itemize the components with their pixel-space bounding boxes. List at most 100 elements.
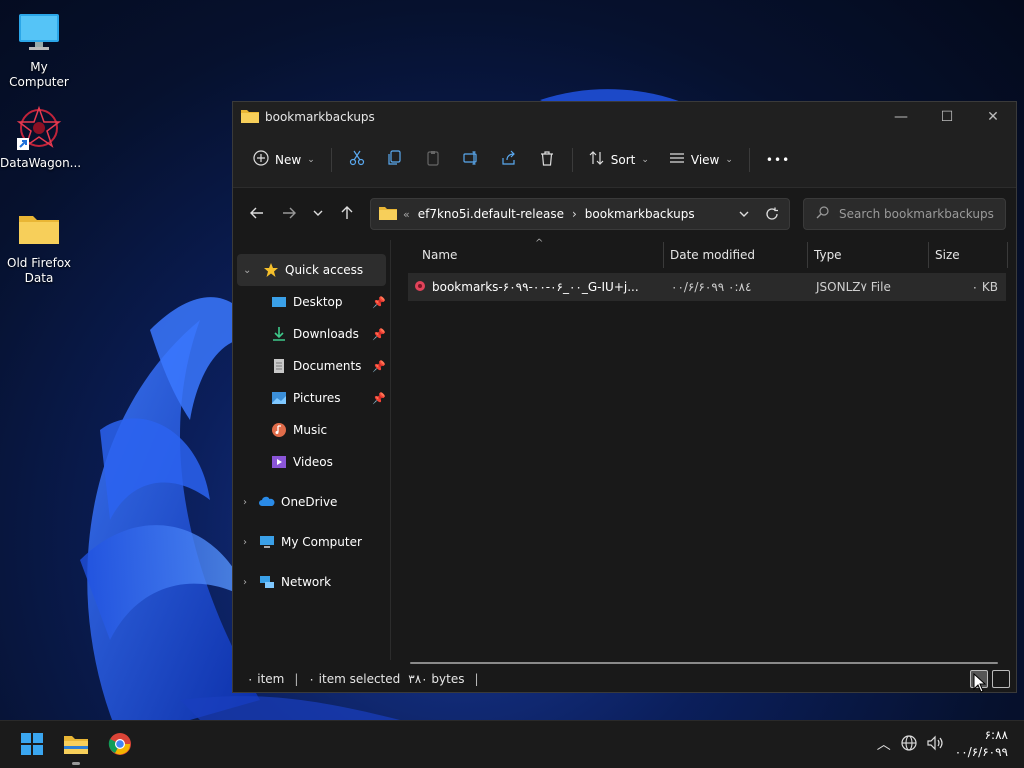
copy-button[interactable]: [379, 144, 411, 176]
view-list-icon: [669, 150, 685, 169]
pin-icon: 📌: [372, 359, 386, 373]
nav-item-network[interactable]: › Network: [233, 566, 390, 598]
running-indicator: [72, 762, 80, 765]
column-header-type[interactable]: Type: [814, 248, 842, 262]
more-icon: •••: [765, 152, 791, 167]
folder-icon: [379, 206, 397, 223]
nav-item-onedrive[interactable]: › OneDrive: [233, 486, 390, 518]
chevron-up-icon[interactable]: ︿: [877, 734, 891, 754]
taskbar-chrome[interactable]: [104, 729, 136, 761]
breadcrumb-separator: ›: [571, 207, 577, 221]
nav-label: Documents: [293, 359, 362, 373]
music-icon: [271, 422, 287, 438]
download-icon: [271, 326, 287, 342]
back-button[interactable]: [241, 198, 273, 230]
nav-item-videos[interactable]: Videos: [233, 446, 390, 478]
column-header-name[interactable]: Name: [422, 248, 457, 262]
taskbar: ︿ ۶:۸۸ ۰۰/۶/۶۰۹۹: [0, 720, 1024, 768]
up-button[interactable]: [331, 198, 363, 230]
nav-label: Pictures: [293, 391, 341, 405]
selected-bytes: ۳۸۰ bytes: [408, 672, 465, 686]
rename-button[interactable]: [455, 144, 487, 176]
paste-button[interactable]: [417, 144, 449, 176]
navigation-pane: ⌄ Quick access Desktop 📌 Downloads 📌 Doc…: [233, 240, 391, 660]
address-overflow[interactable]: «: [403, 208, 410, 221]
chevron-right-icon[interactable]: ›: [243, 577, 247, 588]
clock[interactable]: ۶:۸۸ ۰۰/۶/۶۰۹۹: [955, 727, 1008, 761]
folder-icon: [241, 109, 259, 126]
address-bar[interactable]: « ef7kno5i.default-release › bookmarkbac…: [370, 198, 790, 230]
desktop-icon-old-firefox-data[interactable]: Old Firefox Data: [0, 204, 78, 286]
nav-item-documents[interactable]: Documents 📌: [233, 350, 390, 382]
chevron-down-icon: ⌄: [307, 154, 315, 165]
new-button[interactable]: New ⌄: [243, 144, 325, 176]
breadcrumb-segment[interactable]: ef7kno5i.default-release: [418, 207, 564, 221]
search-input[interactable]: Search bookmarkbackups: [803, 198, 1006, 230]
speaker-icon[interactable]: [927, 735, 945, 754]
taskbar-file-explorer[interactable]: [60, 729, 92, 765]
nav-item-quick-access[interactable]: ⌄ Quick access: [237, 254, 386, 286]
nav-label: Downloads: [293, 327, 359, 341]
desktop-icon-datawagon[interactable]: DataWagon...: [0, 104, 81, 171]
start-button[interactable]: [16, 729, 48, 761]
more-options-button[interactable]: •••: [756, 144, 800, 176]
chrome-icon: [108, 732, 132, 759]
clock-date: ۰۰/۶/۶۰۹۹: [954, 745, 1008, 759]
column-divider[interactable]: [663, 242, 664, 268]
search-placeholder: Search bookmarkbackups: [839, 207, 994, 221]
chevron-down-icon: [313, 207, 323, 221]
table-row[interactable]: bookmarks-۶۰۹۹-۰۰-۰۶_۰۰_G-IU+j... ۰۰/۶/۶…: [408, 273, 1006, 301]
column-headers: ^ Name Date modified Type Size: [392, 238, 1016, 272]
nav-item-pictures[interactable]: Pictures 📌: [233, 382, 390, 414]
chevron-right-icon[interactable]: ›: [243, 497, 247, 508]
globe-icon[interactable]: [901, 734, 917, 754]
sort-button[interactable]: Sort ⌄: [579, 144, 659, 176]
chevron-down-icon[interactable]: ⌄: [243, 265, 251, 276]
toolbar-divider: [571, 147, 573, 172]
close-button[interactable]: ✕: [970, 102, 1016, 132]
chevron-right-icon[interactable]: ›: [243, 537, 247, 548]
pin-icon: 📌: [372, 327, 386, 341]
selected-count: ۰ item selected: [308, 672, 401, 686]
forward-button[interactable]: [273, 198, 305, 230]
breadcrumb-segment[interactable]: bookmarkbackups: [585, 207, 695, 221]
large-icons-view-icon[interactable]: [992, 670, 1010, 688]
sort-label: Sort: [610, 152, 636, 167]
datawagon-app-icon: [15, 104, 63, 152]
windows-logo-icon: [20, 732, 44, 759]
sort-icon: [589, 150, 605, 169]
nav-item-music[interactable]: Music: [233, 414, 390, 446]
file-name: bookmarks-۶۰۹۹-۰۰-۰۶_۰۰_G-IU+j...: [432, 280, 639, 294]
address-history-dropdown[interactable]: [739, 208, 749, 222]
desktop-icon: [271, 294, 287, 310]
column-divider[interactable]: [807, 242, 808, 268]
delete-button[interactable]: [531, 144, 563, 176]
view-label: View: [690, 152, 720, 167]
cut-button[interactable]: [341, 144, 373, 176]
desktop-icon-my-computer[interactable]: My Computer: [0, 8, 78, 90]
column-header-date[interactable]: Date modified: [670, 248, 755, 262]
pictures-icon: [271, 390, 287, 406]
column-divider[interactable]: [1007, 242, 1008, 268]
mouse-cursor: [973, 672, 987, 696]
desktop-icon-label: Old Firefox Data: [7, 256, 71, 285]
nav-item-my-computer[interactable]: › My Computer: [233, 526, 390, 558]
new-label: New: [275, 152, 302, 167]
file-date: ۰۰/۶/۶۰۹۹ ۰:۸٤: [671, 280, 752, 294]
folder-icon: [63, 733, 89, 758]
maximize-button[interactable]: ☐: [924, 102, 970, 132]
column-divider[interactable]: [928, 242, 929, 268]
refresh-icon[interactable]: [765, 207, 779, 224]
nav-item-downloads[interactable]: Downloads 📌: [233, 318, 390, 350]
status-bar: ۰ item | ۰ item selected ۳۸۰ bytes |: [233, 666, 1016, 692]
share-button[interactable]: [493, 144, 525, 176]
recent-locations-button[interactable]: [305, 198, 331, 230]
title-bar[interactable]: bookmarkbackups — ☐ ✕: [233, 102, 1016, 132]
arrow-left-icon: [250, 206, 264, 223]
nav-item-desktop[interactable]: Desktop 📌: [233, 286, 390, 318]
view-button[interactable]: View ⌄: [659, 144, 743, 176]
minimize-button[interactable]: —: [878, 102, 924, 132]
videos-icon: [271, 454, 287, 470]
horizontal-scrollbar[interactable]: [410, 662, 998, 664]
column-header-size[interactable]: Size: [935, 248, 960, 262]
